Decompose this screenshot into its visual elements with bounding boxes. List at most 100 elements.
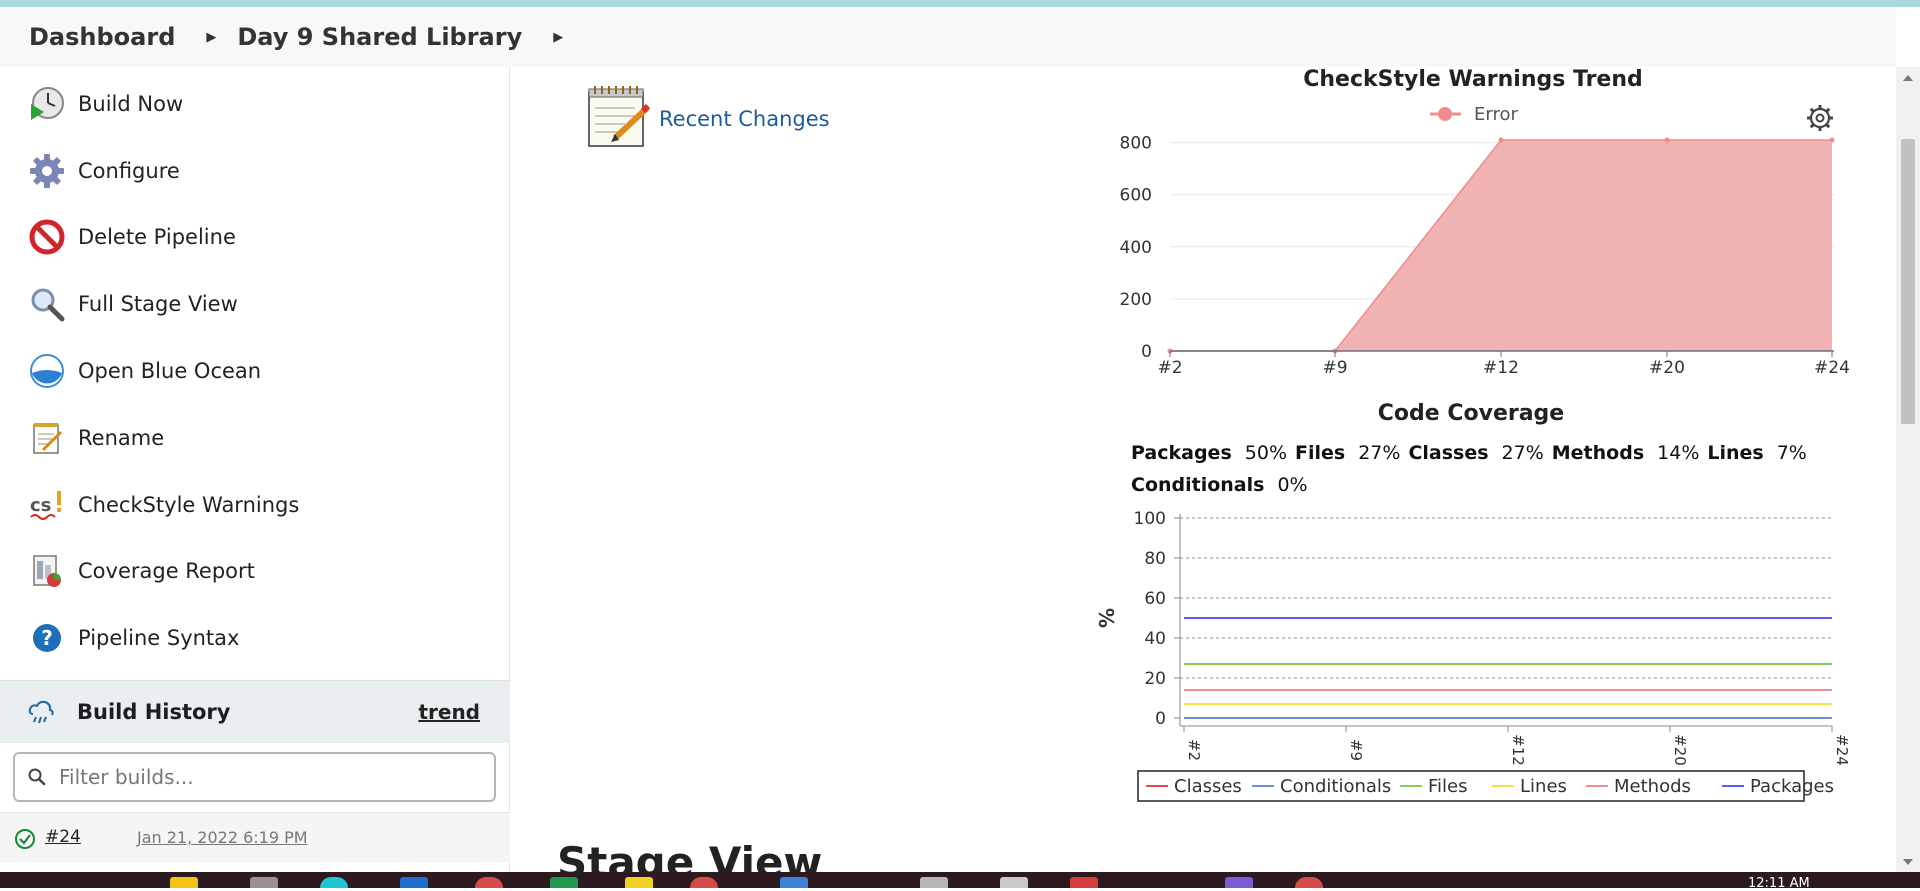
coverage-stat-value: 27% [1358, 442, 1401, 464]
sidebar-item-coverage-report[interactable]: Coverage Report [28, 549, 255, 593]
sidebar-item-label: Configure [78, 159, 180, 183]
series-area [1170, 140, 1832, 351]
sidebar-item-label: CheckStyle Warnings [78, 493, 300, 517]
chart-title: CheckStyle Warnings Trend [1303, 67, 1643, 92]
code-coverage-chart: % 0 20 40 60 80 100 #2 #9 #12 #20 #24 Classes Condi… [1095, 509, 1850, 802]
taskbar-app-icon[interactable] [920, 877, 948, 888]
coverage-stats: Packages 50% Files 27% Classes 27% Methods 14% L… [1131, 437, 1807, 501]
taskbar-app-icon[interactable] [170, 877, 198, 888]
taskbar-app-icon[interactable] [625, 877, 653, 888]
help-icon: ? [28, 619, 66, 657]
data-point [1829, 137, 1835, 143]
x-tick-label: #9 [1322, 358, 1347, 378]
coverage-stat-label: Files [1295, 442, 1346, 464]
filter-builds-field[interactable] [13, 752, 496, 802]
gear-icon [28, 152, 66, 190]
magnifier-icon [28, 285, 66, 323]
taskbar-app-icon[interactable] [250, 877, 278, 888]
legend-label: Files [1428, 776, 1468, 797]
sidebar-item-checkstyle-warnings[interactable]: cs CheckStyle Warnings [28, 483, 299, 527]
breadcrumb-arrow-icon[interactable]: ▶ [197, 30, 225, 45]
taskbar-app-icon[interactable] [400, 877, 428, 888]
y-tick-label: 20 [1144, 669, 1166, 689]
cloud-rain-icon [27, 698, 55, 726]
legend-label: Lines [1520, 776, 1567, 797]
filter-builds-input[interactable] [59, 765, 459, 789]
sidebar-item-label: Build Now [78, 92, 184, 116]
taskbar-app-icon[interactable] [1000, 877, 1028, 888]
x-tick-label: #24 [1814, 358, 1850, 378]
legend-label-error: Error [1474, 104, 1518, 125]
y-tick-label: 800 [1120, 134, 1152, 154]
build-number-link[interactable]: #24 [45, 827, 81, 847]
sidebar-item-open-blue-ocean[interactable]: Open Blue Ocean [28, 349, 261, 393]
coverage-stat-value: 27% [1501, 442, 1544, 464]
legend-label: Methods [1614, 776, 1691, 797]
sidebar-item-pipeline-syntax[interactable]: ? Pipeline Syntax [28, 616, 239, 660]
y-tick-label: 0 [1155, 709, 1166, 729]
chart-legend[interactable]: Error [1430, 104, 1518, 125]
taskbar-app-icon[interactable] [1070, 877, 1098, 888]
taskbar-app-icon[interactable] [780, 877, 808, 888]
build-now-icon [28, 85, 66, 123]
taskbar-app-icon[interactable] [475, 877, 503, 888]
y-tick-label: 600 [1120, 186, 1152, 206]
data-point [1664, 137, 1670, 143]
coverage-stat-label: Classes [1408, 442, 1489, 464]
scrollbar-thumb[interactable] [1901, 139, 1915, 424]
legend-label: Conditionals [1280, 776, 1391, 797]
y-axis-label: % [1095, 608, 1119, 628]
coverage-icon [28, 552, 66, 590]
notepad-icon [585, 84, 651, 150]
scroll-up-icon[interactable] [1903, 75, 1913, 81]
x-tick-label: #12 [1483, 358, 1519, 378]
top-accent-bar [0, 0, 1920, 7]
sidebar-item-label: Open Blue Ocean [78, 359, 262, 383]
y-tick-label: 100 [1134, 509, 1166, 529]
y-tick-label: 400 [1120, 238, 1152, 258]
x-tick-label: #9 [1347, 739, 1365, 761]
sidebar-item-delete-pipeline[interactable]: Delete Pipeline [28, 215, 236, 259]
os-taskbar [0, 872, 1920, 888]
x-tick-label: #24 [1833, 734, 1850, 766]
build-history-title: Build History [77, 700, 231, 724]
taskbar-app-icon[interactable] [690, 877, 718, 888]
coverage-stat-label: Conditionals [1131, 474, 1265, 496]
build-history-trend-link[interactable]: trend [418, 700, 480, 724]
checkstyle-warnings-chart: CheckStyle Warnings Trend Error 0 200 400 6… [1120, 67, 1850, 378]
recent-changes-link[interactable]: Recent Changes [585, 84, 830, 150]
coverage-stat-value: 50% [1244, 442, 1287, 464]
gear-icon[interactable] [1807, 105, 1833, 131]
page-scrollbar[interactable] [1896, 67, 1920, 873]
sidebar-item-configure[interactable]: Configure [28, 149, 180, 193]
x-tick-label: #2 [1185, 739, 1203, 761]
breadcrumb-arrow-icon[interactable]: ▶ [544, 30, 572, 45]
sidebar-item-full-stage-view[interactable]: Full Stage View [28, 282, 238, 326]
x-tick-label: #20 [1649, 358, 1685, 378]
sidebar-item-build-now[interactable]: Build Now [28, 82, 183, 126]
recent-changes-label: Recent Changes [659, 107, 830, 131]
coverage-stat-label: Methods [1551, 442, 1645, 464]
sidebar-item-label: Rename [78, 426, 165, 450]
svg-text:?: ? [41, 626, 53, 650]
success-check-icon [14, 828, 36, 850]
build-date-link[interactable]: Jan 21, 2022 6:19 PM [137, 828, 308, 847]
scroll-down-icon[interactable] [1903, 859, 1913, 865]
taskbar-clock: 12:11 AM [1748, 876, 1810, 891]
taskbar-app-icon[interactable] [550, 877, 578, 888]
y-tick-label: 0 [1141, 342, 1152, 362]
breadcrumb-dashboard[interactable]: Dashboard [29, 23, 175, 51]
sidebar-item-label: Full Stage View [78, 292, 238, 316]
sidebar-item-rename[interactable]: Rename [28, 416, 164, 460]
build-row[interactable]: #24 Jan 21, 2022 6:19 PM [0, 812, 510, 862]
taskbar-app-icon[interactable] [1225, 877, 1253, 888]
checkstyle-icon: cs [28, 486, 66, 524]
search-icon [27, 767, 47, 787]
legend-marker [1438, 107, 1452, 121]
y-tick-label: 60 [1144, 589, 1166, 609]
breadcrumb-project[interactable]: Day 9 Shared Library [237, 23, 522, 51]
sidebar-item-label: Delete Pipeline [78, 225, 236, 249]
taskbar-app-icon[interactable] [1295, 877, 1323, 888]
taskbar-app-icon[interactable] [320, 877, 348, 888]
legend-label: Classes [1174, 776, 1242, 797]
